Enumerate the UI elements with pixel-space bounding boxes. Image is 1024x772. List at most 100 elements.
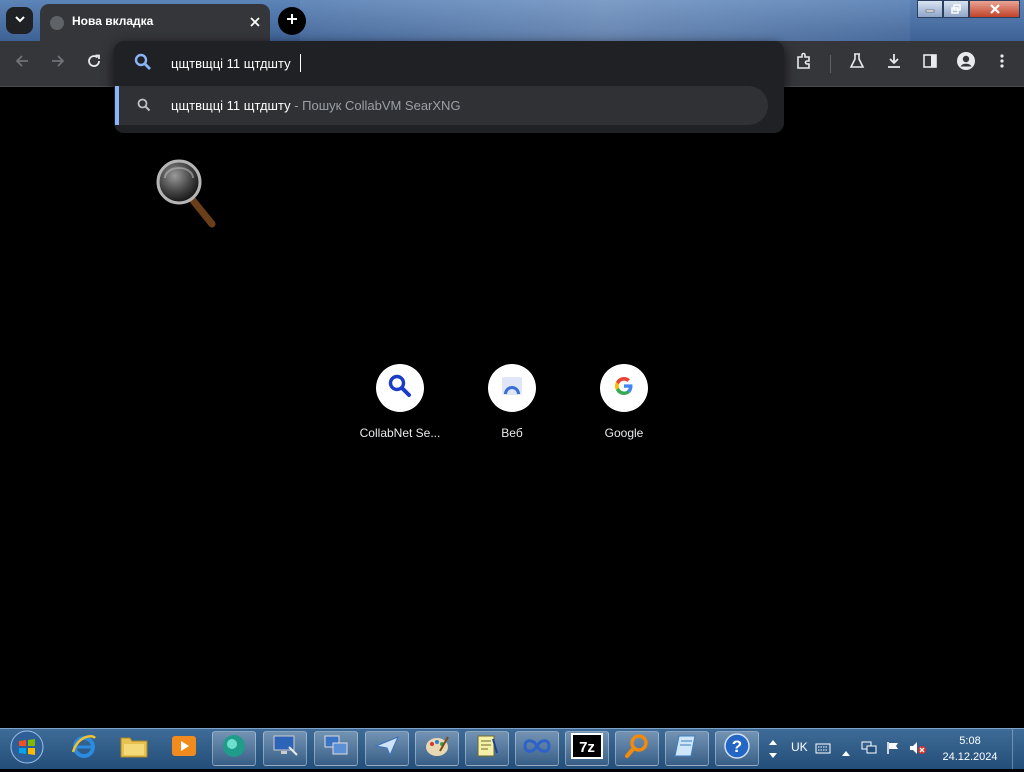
extensions-button[interactable] [792, 51, 816, 75]
chevron-down-icon [14, 12, 26, 30]
keyboard-icon[interactable] [815, 741, 831, 759]
tab-new-tab[interactable]: Нова вкладка [40, 4, 270, 41]
flask-icon [849, 52, 865, 74]
sphere-app-icon [220, 732, 248, 765]
side-panel-icon [922, 53, 938, 74]
puzzle-icon [795, 52, 813, 75]
shortcut-collabnet[interactable]: CollabNet Se... [352, 364, 448, 440]
shortcut-label: CollabNet Se... [359, 426, 441, 440]
tab-title: Нова вкладка [72, 14, 154, 28]
show-desktop-button[interactable] [1012, 729, 1024, 769]
language-indicator[interactable]: UK [791, 740, 808, 754]
window-controls [917, 0, 1020, 19]
shortcut-google[interactable]: Google [576, 364, 672, 440]
tab-strip: Нова вкладка [0, 0, 1024, 41]
downloads-button[interactable] [882, 51, 906, 75]
google-icon [613, 375, 635, 402]
shortcut-icon-circle [488, 364, 536, 412]
document-app-icon [673, 733, 701, 764]
taskbar-7zip[interactable]: 7z [565, 731, 609, 766]
taskbar-file-explorer[interactable] [112, 731, 156, 766]
suggestion-text: цщтвщці 11 щтдшту - Пошук CollabVM SearX… [171, 98, 461, 113]
infinity-app-icon [522, 736, 552, 761]
windows-logo-icon [10, 730, 44, 769]
taskbar-media-player[interactable] [162, 731, 206, 766]
avatar-icon [956, 51, 976, 76]
taskbar-internet-explorer[interactable] [62, 731, 106, 766]
media-player-icon [170, 733, 198, 764]
shortcut-label: Веб [501, 426, 523, 440]
selection-indicator [115, 86, 119, 125]
omnibox-popup: цщтвщці 11 щтдшту цщтвщці 11 щтдшту - По… [114, 41, 784, 133]
suggestion-query: цщтвщці 11 щтдшту [171, 98, 291, 113]
start-button[interactable] [6, 730, 48, 769]
back-button[interactable] [10, 51, 34, 75]
shortcut-web[interactable]: Веб [464, 364, 560, 440]
toolbar-divider [830, 55, 831, 73]
taskbar-network-monitor[interactable] [314, 731, 358, 766]
taskbar-paper-plane-app[interactable] [365, 731, 409, 766]
internet-explorer-icon [70, 732, 98, 765]
maximize-button[interactable] [943, 0, 969, 18]
arrow-left-icon [14, 53, 30, 74]
tray-expand-icon[interactable] [841, 744, 851, 762]
clock-date[interactable]: 24.12.2024 [939, 751, 1001, 763]
remote-desktop-icon [271, 733, 299, 764]
search-icon [137, 98, 151, 117]
paper-plane-app-icon [373, 733, 401, 764]
plus-icon [286, 12, 298, 30]
scroll-arrows-icon [766, 740, 780, 771]
taskbar-notepad-app[interactable] [465, 731, 509, 766]
shortcut-icon-circle [600, 364, 648, 412]
arrow-right-icon [50, 53, 66, 74]
network-icon[interactable] [861, 741, 877, 760]
magnifier-image [155, 158, 219, 235]
file-explorer-icon [119, 733, 149, 764]
menu-button[interactable] [990, 51, 1014, 75]
shortcut-icon-circle [376, 364, 424, 412]
search-icon [134, 53, 152, 76]
new-tab-button[interactable] [278, 7, 306, 35]
window-close-button[interactable] [969, 0, 1020, 18]
forward-button[interactable] [46, 51, 70, 75]
paint-app-icon [423, 733, 451, 764]
system-tray: UK 5:08 24.12.2024 [785, 729, 1024, 769]
tab-search-button[interactable] [6, 7, 33, 34]
volume-muted-icon[interactable] [909, 741, 927, 760]
taskbar-help[interactable]: ? [715, 731, 759, 766]
taskbar-paint-app[interactable] [415, 731, 459, 766]
7zip-icon: 7z [571, 733, 603, 764]
taskbar-infinity-app[interactable] [515, 731, 559, 766]
search-icon [387, 373, 413, 404]
svg-text:7z: 7z [579, 739, 595, 756]
omnibox-input[interactable]: цщтвщці 11 щтдшту [171, 56, 291, 71]
desktop-wallpaper-strip [300, 0, 910, 41]
notepad-app-icon [473, 733, 501, 764]
close-tab-icon[interactable] [245, 12, 265, 32]
reload-icon [86, 53, 102, 74]
taskbar-sphere-app[interactable] [212, 731, 256, 766]
profile-button[interactable] [954, 51, 978, 75]
web-icon [501, 376, 523, 401]
globe-icon [50, 16, 64, 30]
action-center-flag-icon[interactable] [885, 741, 901, 760]
side-panel-button[interactable] [918, 51, 942, 75]
shortcut-label: Google [604, 426, 644, 440]
minimize-button[interactable] [917, 0, 943, 18]
network-monitor-icon [322, 733, 350, 764]
taskbar-remote-desktop[interactable] [263, 731, 307, 766]
download-icon [886, 53, 902, 74]
taskbar-document-app[interactable] [665, 731, 709, 766]
taskbar-search-tool[interactable] [615, 731, 659, 766]
text-cursor [300, 54, 301, 72]
suggestion-item[interactable]: цщтвщці 11 щтдшту - Пошук CollabVM SearX… [115, 86, 768, 125]
windows-taskbar: 7z ? UK 5:08 24.12.2024 [0, 728, 1024, 769]
kebab-menu-icon [999, 53, 1005, 74]
clock-time[interactable]: 5:08 [945, 735, 995, 747]
search-tool-icon [623, 732, 651, 765]
taskbar-scroll[interactable] [766, 731, 780, 767]
suggestion-subtitle: - Пошук CollabVM SearXNG [294, 98, 461, 113]
svg-text:?: ? [732, 737, 742, 756]
labs-button[interactable] [845, 51, 869, 75]
reload-button[interactable] [82, 51, 106, 75]
